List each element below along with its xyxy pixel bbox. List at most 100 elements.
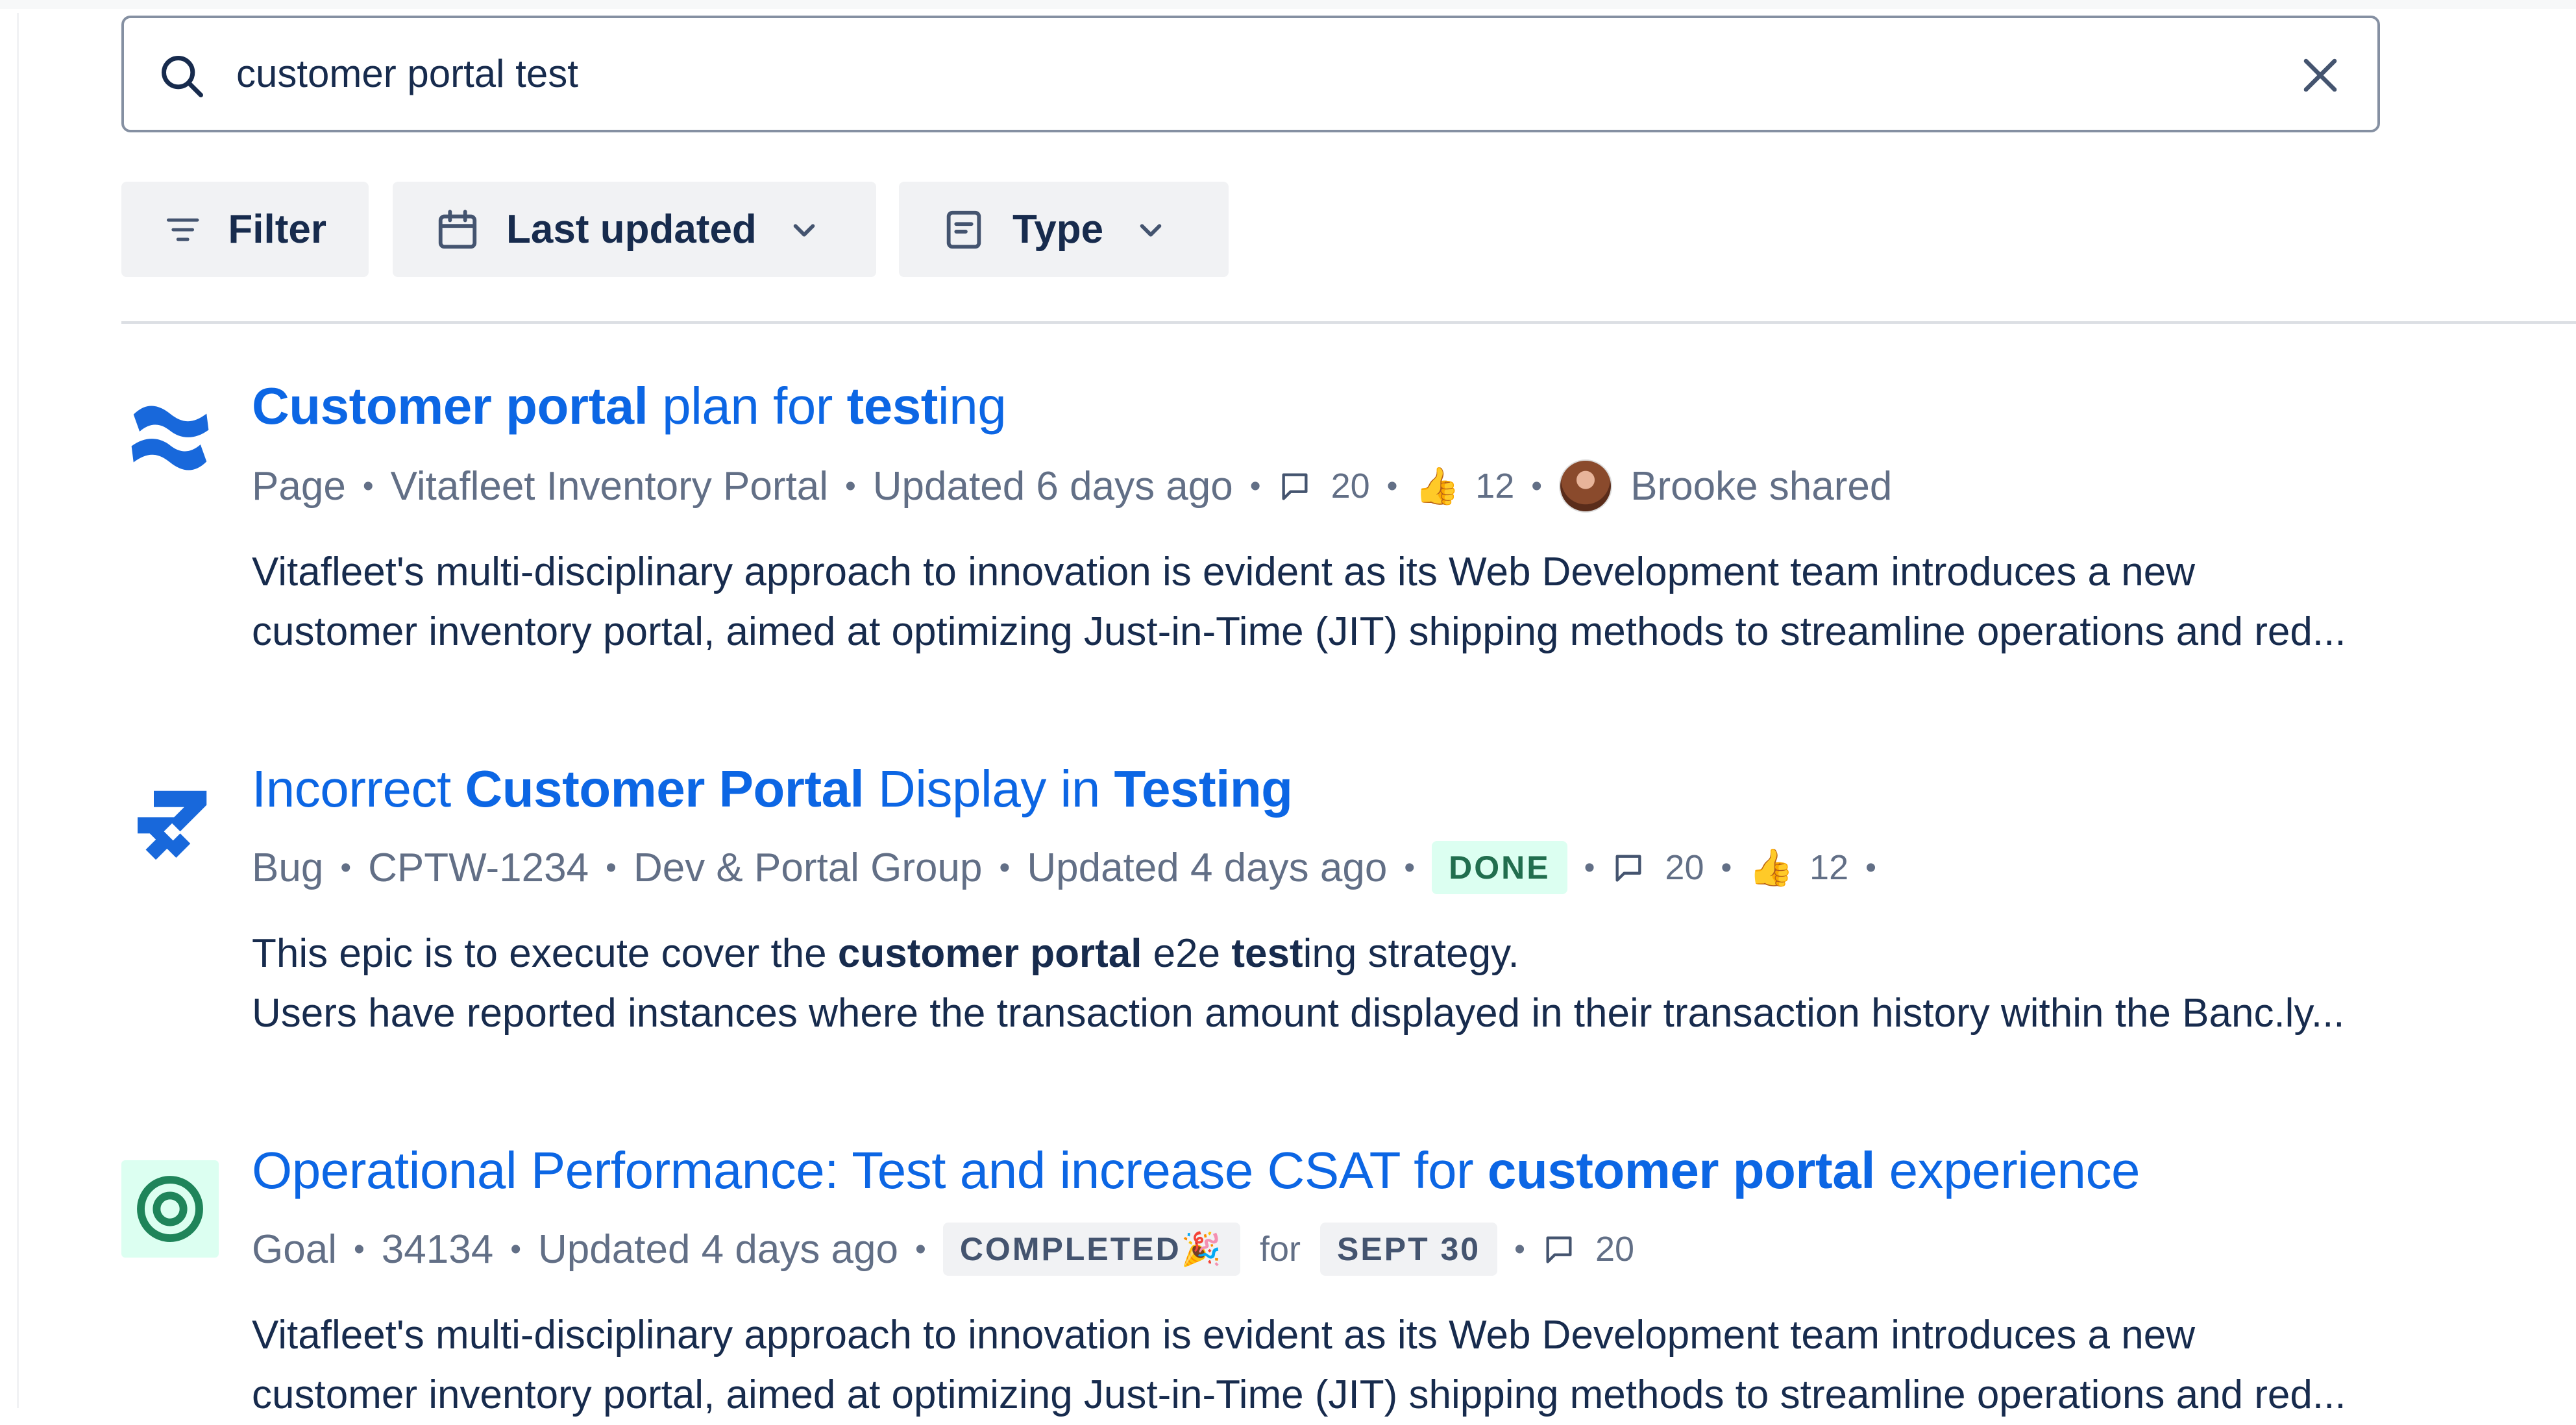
result-updated: Updated 4 days ago	[538, 1226, 898, 1272]
last-updated-dropdown[interactable]: Last updated	[393, 182, 876, 277]
result-description: This epic is to execute cover the custom…	[252, 924, 2394, 1043]
result-description: Vitafleet's multi-disciplinary approach …	[252, 542, 2394, 662]
result-updated: Updated 6 days ago	[872, 463, 1233, 509]
status-badge: DONE	[1432, 841, 1567, 894]
separator: •	[1404, 850, 1416, 885]
comment-count-value: 20	[1665, 848, 1704, 887]
desc-part: ing strategy.	[1303, 931, 1519, 976]
search-input[interactable]: customer portal test	[236, 18, 578, 130]
chevron-down-icon	[793, 223, 815, 237]
title-part: Testing	[1114, 760, 1294, 818]
comment-count-value: 20	[1595, 1230, 1635, 1269]
separator: •	[1249, 469, 1261, 504]
description-line: customer inventory portal, aimed at opti…	[252, 1372, 2346, 1417]
title-part: customer portal	[1487, 1141, 1876, 1199]
description-line: Vitafleet's multi-disciplinary approach …	[252, 550, 2195, 594]
comment-icon	[1282, 473, 1308, 500]
status-badge: COMPLETED🎉	[942, 1223, 1240, 1276]
result-meta: Page • Vitafleet Inventory Portal • Upda…	[252, 459, 1892, 513]
goal-icon-tile	[121, 1160, 219, 1258]
comment-icon	[1615, 855, 1641, 882]
confluence-icon	[131, 406, 209, 470]
title-part: Customer portal	[252, 377, 648, 435]
comment-count: 20	[1278, 466, 1370, 506]
title-part: ing	[937, 377, 1007, 435]
result-space[interactable]: Vitafleet Inventory Portal	[391, 463, 828, 509]
divider	[121, 321, 2576, 324]
title-part: test	[846, 377, 938, 435]
top-edge	[0, 0, 2576, 9]
result-meta: Bug • CPTW-1234 • Dev & Portal Group • U…	[252, 841, 1893, 894]
jira-icon	[138, 790, 207, 860]
search-bar[interactable]: customer portal test	[121, 16, 2380, 132]
like-count: 👍 12	[1748, 846, 1848, 889]
comment-count: 20	[1612, 847, 1704, 888]
separator: •	[844, 469, 856, 504]
separator: •	[1531, 469, 1543, 504]
left-edge	[17, 13, 19, 1408]
result-type: Bug	[252, 845, 324, 890]
separator: •	[510, 1232, 522, 1267]
title-part: Operational Performance: Test and increa…	[252, 1141, 1488, 1199]
separator: •	[1386, 469, 1398, 504]
document-icon	[946, 210, 981, 249]
separator: •	[999, 850, 1011, 885]
filter-icon	[166, 218, 199, 241]
result-description: Vitafleet's multi-disciplinary approach …	[252, 1306, 2394, 1425]
result-meta: Goal • 34134 • Updated 4 days ago • COMP…	[252, 1223, 1634, 1276]
desc-part: This epic is to execute cover the	[252, 931, 838, 976]
separator: •	[362, 469, 374, 504]
goal-key: 34134	[381, 1226, 494, 1272]
comment-icon	[1546, 1236, 1572, 1263]
desc-part: e2e	[1142, 931, 1232, 976]
like-count-value: 12	[1475, 467, 1515, 505]
description-line: Vitafleet's multi-disciplinary approach …	[252, 1313, 2195, 1358]
for-label: for	[1259, 1230, 1301, 1269]
status-text: COMPLETED	[959, 1231, 1181, 1267]
close-icon[interactable]	[2299, 54, 2342, 97]
title-part: Incorrect	[252, 760, 465, 818]
search-icon	[162, 56, 203, 97]
description-line: This epic is to execute cover the custom…	[252, 924, 2387, 984]
separator: •	[353, 1232, 365, 1267]
filter-button[interactable]: Filter	[121, 182, 369, 277]
title-part: Customer Portal	[465, 760, 865, 818]
description-line: customer inventory portal, aimed at opti…	[252, 609, 2346, 654]
result-title[interactable]: Customer portal plan for testing	[252, 376, 1007, 436]
like-count-value: 12	[1809, 848, 1849, 887]
type-label: Type	[1012, 207, 1104, 252]
comment-count: 20	[1542, 1229, 1634, 1269]
result-title[interactable]: Incorrect Customer Portal Display in Tes…	[252, 759, 1293, 819]
title-part: experience	[1874, 1141, 2141, 1199]
target-date-badge: SEPT 30	[1320, 1223, 1498, 1276]
result-type: Goal	[252, 1226, 337, 1272]
party-icon: 🎉	[1181, 1231, 1223, 1267]
separator: •	[340, 850, 352, 885]
desc-part: customer portal	[837, 931, 1142, 976]
goal-icon	[137, 1176, 203, 1242]
result-project[interactable]: Dev & Portal Group	[633, 845, 983, 891]
thumbs-up-icon: 👍	[1748, 847, 1795, 888]
calendar-icon	[438, 209, 477, 249]
separator: •	[1514, 1232, 1525, 1267]
separator: •	[1865, 850, 1876, 885]
desc-part: test	[1231, 931, 1303, 976]
title-part: plan for	[648, 377, 847, 435]
thumbs-up-icon: 👍	[1414, 465, 1460, 506]
separator: •	[915, 1232, 926, 1267]
separator: •	[1584, 850, 1595, 885]
like-count: 👍 12	[1414, 465, 1514, 507]
last-updated-label: Last updated	[506, 207, 757, 252]
filter-label: Filter	[228, 207, 326, 252]
description-line: Users have reported instances where the …	[252, 991, 2345, 1036]
type-dropdown[interactable]: Type	[899, 182, 1229, 277]
separator: •	[606, 850, 617, 885]
result-updated: Updated 4 days ago	[1027, 845, 1388, 890]
result-title[interactable]: Operational Performance: Test and increa…	[252, 1141, 2141, 1200]
avatar[interactable]	[1559, 459, 1613, 513]
result-type: Page	[252, 463, 346, 509]
separator: •	[1721, 850, 1732, 885]
comment-count-value: 20	[1331, 467, 1370, 505]
chevron-down-icon	[1140, 223, 1162, 237]
issue-key: CPTW-1234	[368, 845, 589, 890]
